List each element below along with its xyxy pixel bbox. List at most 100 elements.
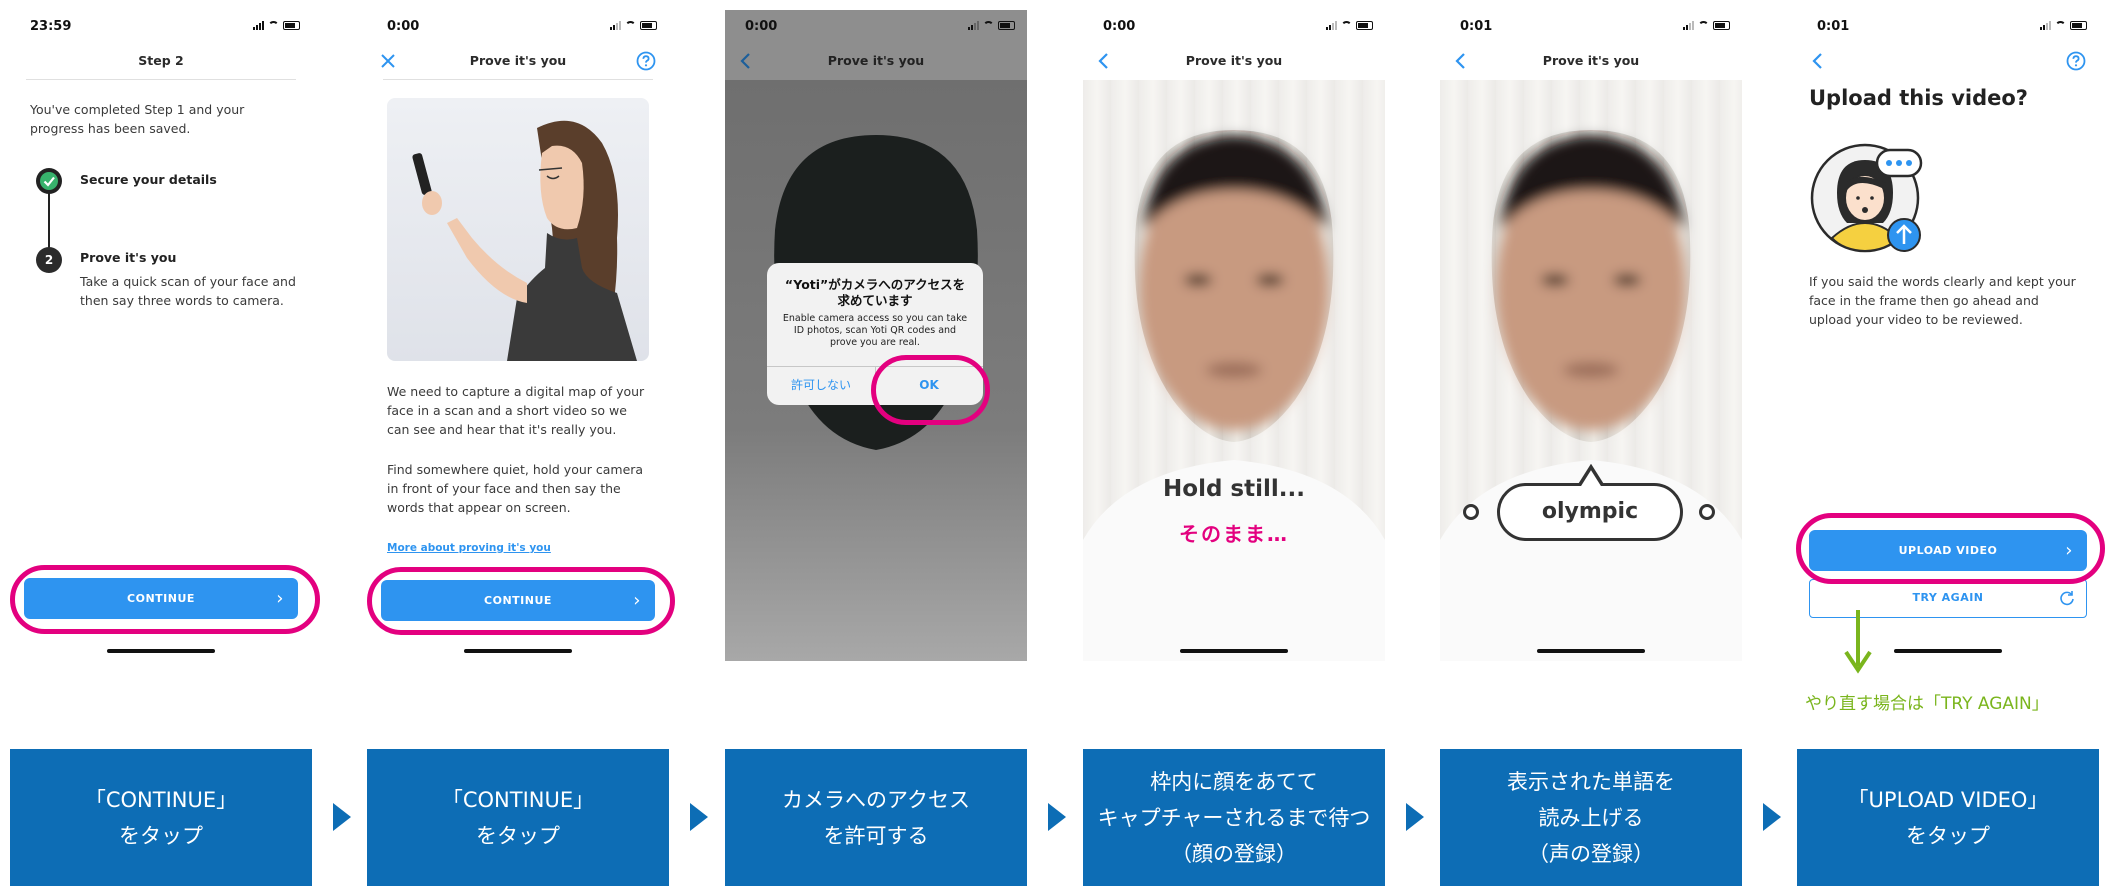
try-again-label: TRY AGAIN — [1912, 591, 1984, 604]
screen-prove-intro: 0:00 Prove it's you We need to capture a… — [367, 10, 669, 661]
status-time: 0:00 — [387, 19, 420, 34]
step2-description: Take a quick scan of your face and then … — [80, 274, 296, 308]
status-icons — [968, 21, 1015, 30]
caption-step-2: 「CONTINUE」 をタップ — [367, 749, 669, 886]
caption-line: を許可する — [823, 823, 929, 848]
screen-face-scan: 0:00 Prove it's you Hold still... そのまま… — [1083, 10, 1385, 661]
home-indicator — [464, 649, 572, 653]
status-icons — [253, 21, 300, 30]
nav-divider — [26, 79, 296, 80]
status-icons — [2040, 21, 2087, 30]
check-icon — [36, 168, 62, 194]
highlight-continue-1 — [10, 565, 320, 634]
caption-line: 枠内に顔をあてて — [1150, 769, 1318, 794]
arrow-right-icon — [1763, 803, 1781, 831]
page-title: Step 2 — [138, 53, 184, 68]
caption-line: 「UPLOAD VIDEO」 — [1847, 787, 2049, 812]
screen-voice: 0:01 Prove it's you olympic — [1440, 10, 1742, 661]
caption-step-4: 枠内に顔をあてて キャプチャーされるまで待つ （顔の登録） — [1083, 749, 1385, 886]
status-bar: 0:01 — [1797, 10, 2099, 44]
caption-line: 「CONTINUE」 — [441, 787, 595, 812]
help-icon[interactable] — [2065, 50, 2087, 72]
dialog-title: “Yoti”がカメラへのアクセスを求めています — [784, 277, 966, 308]
back-icon[interactable] — [1807, 50, 1829, 72]
caption-step-3: カメラへのアクセス を許可する — [725, 749, 1027, 886]
retry-note: やり直す場合は「TRY AGAIN」 — [1805, 694, 2049, 714]
caption-line: をタップ — [119, 823, 203, 848]
wifi-icon — [268, 21, 279, 30]
highlight-upload — [1796, 513, 2105, 584]
capture-description: We need to capture a digital map of your… — [387, 384, 645, 437]
caption-line: （顔の登録） — [1171, 841, 1297, 866]
battery-icon — [1356, 21, 1373, 30]
status-time: 0:01 — [1817, 19, 1850, 34]
wifi-icon — [983, 21, 994, 30]
intro-text: You've completed Step 1 and your progres… — [30, 102, 245, 136]
dialog-message: Enable camera access so you can take ID … — [782, 313, 968, 348]
home-indicator — [1537, 649, 1645, 653]
battery-icon — [640, 21, 657, 30]
signal-icon — [610, 21, 621, 30]
highlight-ok — [871, 355, 990, 425]
status-bar: 0:00 — [725, 10, 1027, 44]
signal-icon — [968, 21, 979, 30]
highlight-continue-2 — [367, 567, 675, 635]
selfie-illustration — [387, 98, 649, 361]
wifi-icon — [1341, 21, 1352, 30]
battery-icon — [2070, 21, 2087, 30]
page-title: Prove it's you — [827, 53, 925, 68]
status-bar: 0:01 — [1440, 10, 1742, 44]
status-time: 23:59 — [30, 19, 72, 34]
deny-button[interactable]: 許可しない — [767, 366, 875, 405]
speech-bubble: olympic — [1497, 483, 1683, 541]
signal-icon — [1326, 21, 1337, 30]
battery-icon — [1713, 21, 1730, 30]
status-bar: 0:00 — [367, 10, 669, 44]
screen-step2: 23:59 Step 2 You've completed Step 1 and… — [10, 10, 312, 661]
caption-line: （声の登録） — [1528, 841, 1654, 866]
quiet-instruction: Find somewhere quiet, hold your camera i… — [387, 462, 644, 515]
hold-still-text: Hold still... — [1163, 476, 1305, 502]
status-time: 0:00 — [1103, 19, 1136, 34]
home-indicator — [107, 649, 215, 653]
caption-line: をタップ — [1906, 823, 1990, 848]
status-bar: 23:59 — [10, 10, 312, 44]
caption-line: 表示された単語を — [1507, 769, 1675, 794]
status-time: 0:01 — [1460, 19, 1493, 34]
caption-line: 「CONTINUE」 — [84, 787, 238, 812]
nav-divider — [383, 79, 653, 80]
caption-line: 読み上げる — [1538, 805, 1644, 830]
arrow-right-icon — [690, 803, 708, 831]
status-bar: 0:00 — [1083, 10, 1385, 44]
speech-bubble-tail — [1578, 464, 1604, 486]
nav-bar: Prove it's you — [367, 44, 669, 80]
step1-label: Secure your details — [80, 172, 217, 187]
caption-step-5: 表示された単語を 読み上げる （声の登録） — [1440, 749, 1742, 886]
step2-label: Prove it's you — [80, 250, 177, 265]
upload-heading: Upload this video? — [1809, 86, 2028, 110]
status-icons — [610, 21, 657, 30]
home-indicator — [1894, 649, 2002, 653]
signal-icon — [253, 21, 264, 30]
avatar-upload-illustration — [1810, 143, 1923, 253]
nav-bar: Step 2 — [10, 44, 312, 80]
camera-view — [1440, 80, 1742, 661]
caption-line: カメラへのアクセス — [782, 787, 970, 812]
battery-icon — [283, 21, 300, 30]
left-dot-icon — [1463, 504, 1479, 520]
help-icon[interactable] — [635, 50, 657, 72]
spoken-word: olympic — [1541, 499, 1639, 524]
caption-step-1: 「CONTINUE」 をタップ — [10, 749, 312, 886]
more-about-link[interactable]: More about proving it's you — [387, 542, 551, 554]
signal-icon — [2040, 21, 2051, 30]
arrow-right-icon — [1048, 803, 1066, 831]
status-icons — [1326, 21, 1373, 30]
blurred-face — [1083, 80, 1385, 661]
refresh-icon — [2060, 591, 2074, 606]
battery-icon — [998, 21, 1015, 30]
screen-camera-permission: 0:00 Prove it's you “Yoti”がカメラへのアクセスを求めて… — [725, 10, 1027, 661]
home-indicator — [1180, 649, 1288, 653]
nav-bar: Prove it's you — [1083, 44, 1385, 80]
caption-line: キャプチャーされるまで待つ — [1097, 805, 1371, 830]
status-time: 0:00 — [745, 19, 778, 34]
